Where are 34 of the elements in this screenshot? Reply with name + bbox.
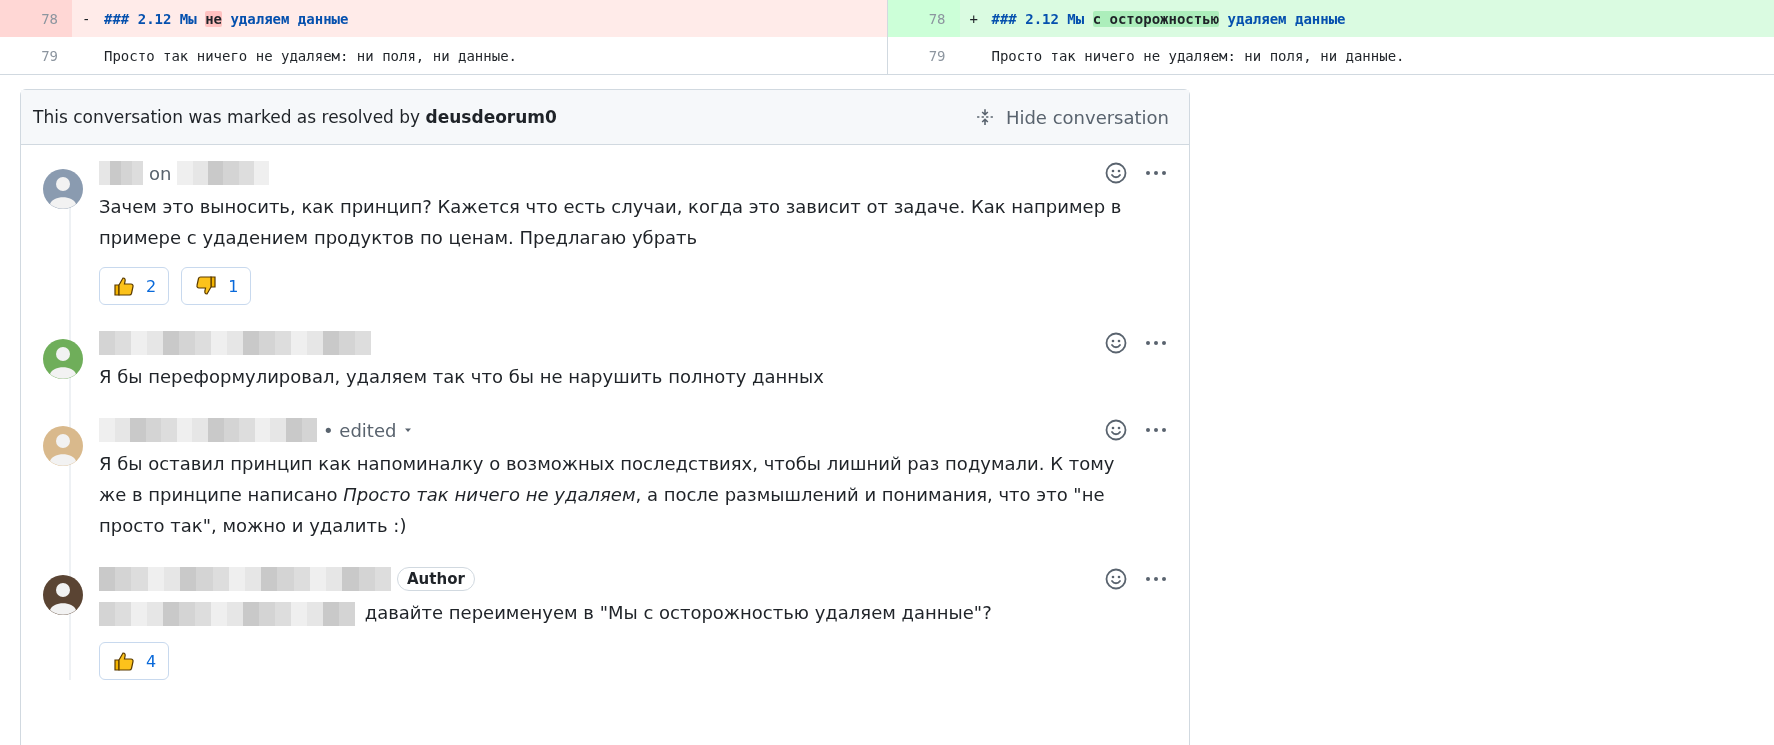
caret-icon [404,427,413,433]
thumbs-down-icon [194,274,219,298]
code-line: + ### 2.12 Мы с осторожностью удаляем данные [968,10,1346,27]
code-line: - ### 2.12 Мы не удаляем данные [81,10,349,27]
more-icon [1145,576,1167,582]
comment-text: Я бы переформулировал, удаляем так что бы не нарушить полноту данных [99,366,824,387]
code-line: Просто так ничего не удаляем: ни поля, ни данные. [103,47,517,64]
more-icon [1145,427,1167,433]
thumbs-up-icon [112,649,136,673]
more-icon [1145,170,1167,176]
fold-icon [975,108,994,126]
line-number: 78 [887,0,960,37]
timestamp-prefix: on [149,162,172,184]
comment-text: Я бы оставил принцип как напоминалку о возможных последствиях, чтобы лишний раз подумали. К тому же в принципе написано Просто так ничего не удаляем, а после размышлений и понимания, что это "не просто так", можно и удалить :) [99,453,1115,536]
reaction-button[interactable]: 1 [181,267,252,305]
comment-text: давайте переименуем в "Мы с осторожностью удаляем данные"? [364,602,992,623]
smiley-icon [1105,162,1127,184]
redacted-name [99,161,143,185]
reaction-button[interactable]: 2 [99,267,170,305]
line-number: 79 [40,46,59,66]
edited-dropdown[interactable]: • edited [323,419,413,441]
more-icon [1145,340,1167,346]
code-line: Просто так ничего не удаляем: ни поля, ни данные. [990,47,1405,64]
reaction-button[interactable]: 4 [99,642,170,680]
smiley-icon [1105,332,1127,354]
resolved-note: This conversation was marked as resolved by deusdeorum0 [33,107,557,127]
line-number: 78 [0,0,72,37]
line-number: 79 [927,46,947,66]
hide-conversation-button[interactable]: Hide conversation [969,105,1175,129]
avatar[interactable] [43,575,83,615]
smiley-icon [1105,568,1127,590]
thumbs-up-icon [112,274,136,298]
smiley-icon [1105,419,1127,441]
comment-text: Зачем это выносить, как принцип? Кажется что есть случаи, когда это зависит от задаче. Как например в примере с удадением продуктов по ценам. Предлагаю убрать [99,196,1122,248]
